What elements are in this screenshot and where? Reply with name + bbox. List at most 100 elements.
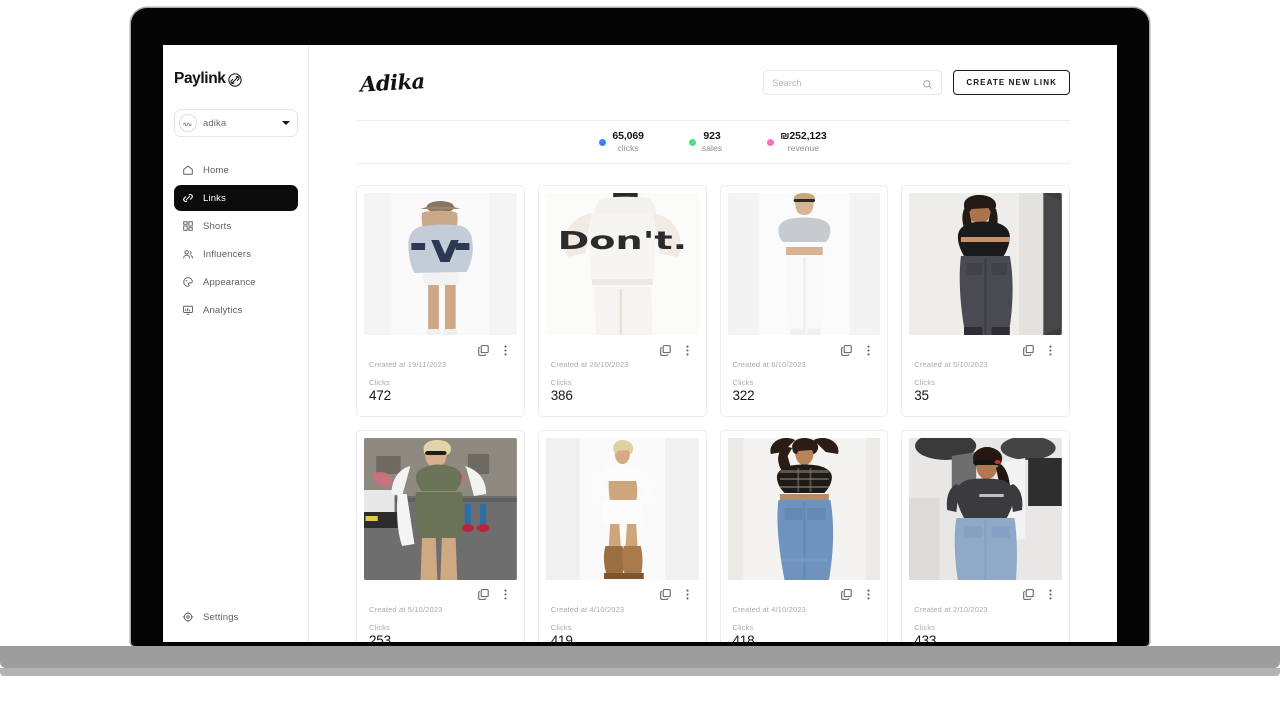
link-card[interactable]: Created at 5/10/2023 Clicks 253 (356, 429, 525, 642)
more-vertical-icon[interactable] (1044, 588, 1057, 601)
sidebar-nav-bottom: Settings (163, 604, 308, 642)
link-thumbnail[interactable]: Don't. (545, 193, 699, 335)
more-vertical-icon[interactable] (681, 344, 694, 357)
link-thumbnail[interactable] (545, 437, 699, 580)
stat-clicks: 65,069 clicks (599, 130, 644, 154)
chevron-down-icon (282, 121, 290, 125)
header-actions: CREATE NEW LINK (763, 70, 1070, 95)
copy-icon[interactable] (1022, 344, 1035, 357)
paylink-link-mark-icon (228, 73, 243, 87)
link-card[interactable]: Created at 4/10/2023 Clicks 418 (719, 429, 889, 642)
card-created-at: Created at 26/10/2023 (550, 360, 629, 369)
stat-revenue: ₪252,123 revenue (767, 130, 827, 154)
copy-icon[interactable] (840, 344, 853, 357)
product-image-dont-hoodie: Don't. (545, 193, 699, 335)
link-thumbnail[interactable] (909, 437, 1062, 580)
card-actions (539, 580, 706, 603)
card-actions (357, 580, 524, 603)
card-clicks-label: Clicks (550, 378, 572, 387)
card-actions (721, 580, 888, 603)
stat-dot-revenue (767, 138, 775, 146)
sidebar-item-influencers[interactable]: Influencers (174, 241, 298, 267)
sidebar-item-analytics[interactable]: Analytics (174, 297, 298, 323)
product-image-gray-m-sweatshirt (364, 193, 517, 335)
card-created-at: Created at 19/11/2023 (369, 360, 447, 369)
monitor-chart-icon (182, 304, 194, 316)
card-clicks-label: Clicks (914, 378, 936, 387)
card-created-at: Created at 5/10/2023 (369, 604, 443, 614)
link-card[interactable]: Created at 6/10/2023 Clicks 322 (719, 185, 889, 417)
more-vertical-icon[interactable] (862, 588, 875, 601)
search-box[interactable] (763, 70, 943, 95)
adika-avatar-icon (179, 114, 197, 132)
sidebar-item-label: Home (203, 164, 229, 176)
more-vertical-icon[interactable] (862, 344, 875, 357)
copy-icon[interactable] (659, 344, 672, 357)
copy-icon[interactable] (1022, 588, 1035, 601)
link-thumbnail[interactable] (727, 437, 881, 580)
sidebar-item-home[interactable]: Home (174, 157, 298, 183)
stat-label: revenue (787, 143, 820, 154)
link-card[interactable]: Created at 4/10/2023 Clicks 419 (537, 429, 707, 642)
main-content: Adika CREAT (309, 45, 1117, 642)
card-meta: Created at 4/10/2023 Clicks 418 (721, 603, 888, 642)
product-image-dark-offshoulder-studio (909, 437, 1062, 580)
card-meta: Created at 5/10/2023 Clicks 35 (902, 358, 1069, 416)
copy-icon[interactable] (477, 344, 490, 357)
sidebar-item-label: Settings (203, 611, 239, 623)
more-vertical-icon[interactable] (1044, 344, 1057, 357)
paylink-app: Paylink adika Home Links Shorts Influenc… (163, 45, 1117, 642)
sidebar-nav: Home Links Shorts Influencers Appearance… (163, 157, 308, 323)
stat-label: clicks (617, 143, 639, 154)
card-meta: Created at 4/10/2023 Clicks 419 (539, 603, 706, 642)
brand-name: Paylink (174, 70, 226, 87)
link-thumbnail[interactable] (364, 437, 517, 580)
copy-icon[interactable] (840, 588, 853, 601)
card-clicks-value: 419 (550, 632, 573, 642)
link-card[interactable]: Created at 19/11/2023 Clicks 472 (356, 185, 525, 417)
card-clicks-label: Clicks (732, 378, 754, 387)
palette-icon (182, 276, 194, 288)
stat-dot-clicks (599, 138, 607, 146)
more-vertical-icon[interactable] (499, 344, 512, 357)
laptop-base (0, 646, 1280, 668)
store-logo: Adika (359, 68, 426, 97)
stat-value: 923 (703, 130, 721, 143)
copy-icon[interactable] (477, 588, 490, 601)
product-image-black-top-gray-jeans (909, 193, 1062, 335)
laptop-mockup: Paylink adika Home Links Shorts Influenc… (0, 0, 1280, 720)
search-input[interactable] (772, 77, 923, 88)
main-inner: Adika CREAT (309, 45, 1117, 642)
links-grid: Created at 19/11/2023 Clicks 472 Don't. … (356, 164, 1070, 642)
brand-logo[interactable]: Paylink (163, 45, 308, 93)
card-meta: Created at 26/10/2023 Clicks 386 (539, 358, 706, 416)
link-thumbnail[interactable] (909, 193, 1062, 335)
search-icon[interactable] (922, 77, 933, 89)
stat-sales: 923 sales (688, 130, 722, 154)
link-card[interactable]: Created at 5/10/2023 Clicks 35 (901, 185, 1070, 417)
sidebar-item-settings[interactable]: Settings (174, 604, 298, 630)
copy-icon[interactable] (659, 588, 672, 601)
link-card[interactable]: Created at 2/10/2023 Clicks 433 (901, 429, 1070, 642)
sidebar-item-shorts[interactable]: Shorts (174, 213, 298, 239)
create-new-link-button[interactable]: CREATE NEW LINK (953, 70, 1070, 95)
more-vertical-icon[interactable] (681, 588, 694, 601)
workspace-selector[interactable]: adika (174, 109, 298, 137)
product-image-gray-crop-white-pants (727, 193, 881, 335)
card-clicks-label: Clicks (914, 622, 936, 632)
more-vertical-icon[interactable] (499, 588, 512, 601)
stat-value: 65,069 (612, 130, 644, 143)
stats-summary-row: 65,069 clicks 923 sales ₪252,123 revenue (356, 120, 1070, 164)
link-thumbnail[interactable] (727, 193, 881, 335)
card-actions (721, 335, 888, 358)
card-meta: Created at 5/10/2023 Clicks 253 (357, 603, 524, 642)
stat-dot-sales (688, 138, 696, 146)
product-image-lace-corset-blue-jeans (727, 437, 881, 580)
link-thumbnail[interactable] (364, 193, 517, 335)
link-card[interactable]: Don't. Created at 26/10/2023 Clicks 386 (537, 185, 707, 417)
card-created-at: Created at 4/10/2023 (732, 604, 806, 614)
gear-icon (182, 611, 194, 623)
card-actions (902, 580, 1069, 603)
sidebar-item-appearance[interactable]: Appearance (174, 269, 298, 295)
sidebar-item-links[interactable]: Links (174, 185, 298, 211)
